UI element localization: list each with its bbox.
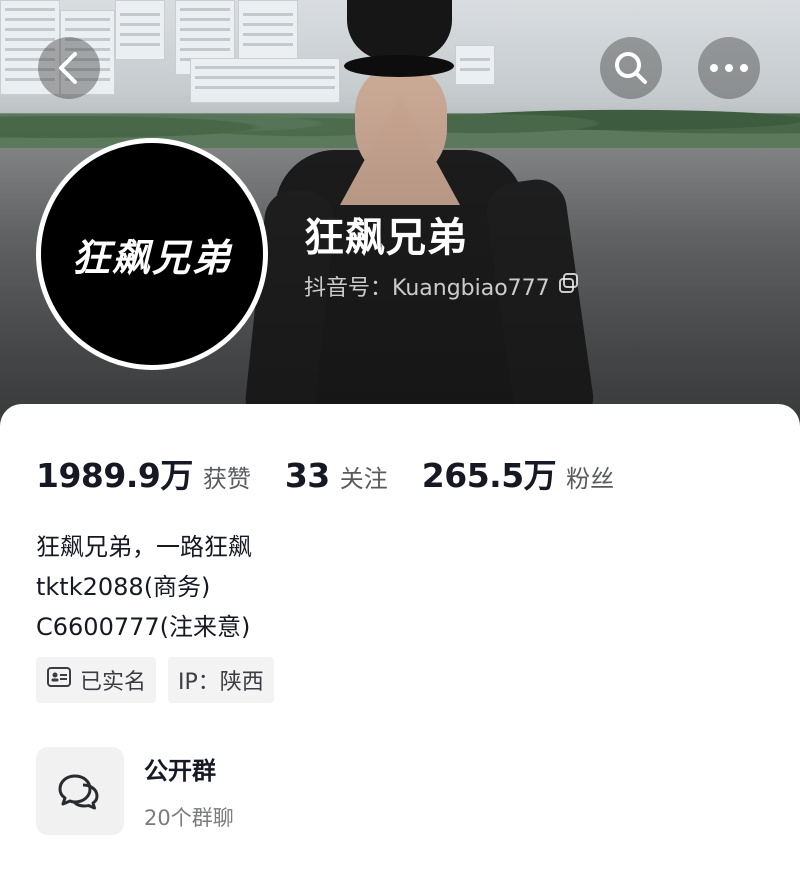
group-text: 公开群 20个群聊 xyxy=(144,751,234,832)
stat-label: 粉丝 xyxy=(566,465,615,493)
id-card-icon xyxy=(46,666,72,694)
more-button[interactable] xyxy=(698,37,760,99)
public-group-entry[interactable]: 公开群 20个群聊 xyxy=(36,747,234,835)
search-icon xyxy=(615,52,647,84)
chevron-left-icon xyxy=(59,52,77,84)
verified-tag-label: 已实名 xyxy=(80,670,147,695)
stat-label: 关注 xyxy=(339,465,388,493)
stat-value: 1989.9万 xyxy=(36,456,193,495)
back-button[interactable] xyxy=(38,37,100,99)
group-subtitle: 20个群聊 xyxy=(144,805,234,830)
bio-line: C6600777(注来意) xyxy=(36,613,251,641)
account-id-row[interactable]: 抖音号：Kuangbiao777 xyxy=(304,270,580,302)
stat-likes[interactable]: 1989.9万 获赞 xyxy=(36,449,251,497)
ip-location-tag: IP：陕西 xyxy=(168,657,274,703)
search-button[interactable] xyxy=(600,37,662,99)
group-icon-box xyxy=(36,747,124,835)
chat-bubbles-icon xyxy=(58,774,99,810)
profile-info-card: 1989.9万 获赞 33 关注 265.5万 粉丝 狂飙兄弟，一路狂飙 tkt… xyxy=(0,404,800,869)
more-dots-icon xyxy=(710,64,748,72)
group-title: 公开群 xyxy=(144,756,216,785)
ip-location-label: IP：陕西 xyxy=(178,670,264,695)
copy-icon[interactable] xyxy=(558,272,580,300)
stat-followers[interactable]: 265.5万 粉丝 xyxy=(422,449,614,497)
bio-line: 狂飙兄弟，一路狂飙 xyxy=(36,533,252,561)
stat-label: 获赞 xyxy=(202,465,251,493)
bio-line: tktk2088(商务) xyxy=(36,573,211,601)
stat-following[interactable]: 33 关注 xyxy=(285,456,388,495)
verified-tag[interactable]: 已实名 xyxy=(36,657,157,703)
profile-tags: 已实名 IP：陕西 xyxy=(36,657,286,703)
avatar-logo-text: 狂飙兄弟 xyxy=(71,234,232,280)
stat-value: 33 xyxy=(284,456,330,495)
profile-nickname: 狂飙兄弟 xyxy=(304,215,468,261)
profile-bio: 狂飙兄弟，一路狂飙 tktk2088(商务) C6600777(注来意) xyxy=(36,527,252,647)
stat-value: 265.5万 xyxy=(421,456,557,495)
stats-row: 1989.9万 获赞 33 关注 265.5万 粉丝 xyxy=(36,449,648,497)
avatar[interactable]: 狂飙兄弟 xyxy=(36,138,268,370)
account-id-text: 抖音号：Kuangbiao777 xyxy=(304,276,550,301)
